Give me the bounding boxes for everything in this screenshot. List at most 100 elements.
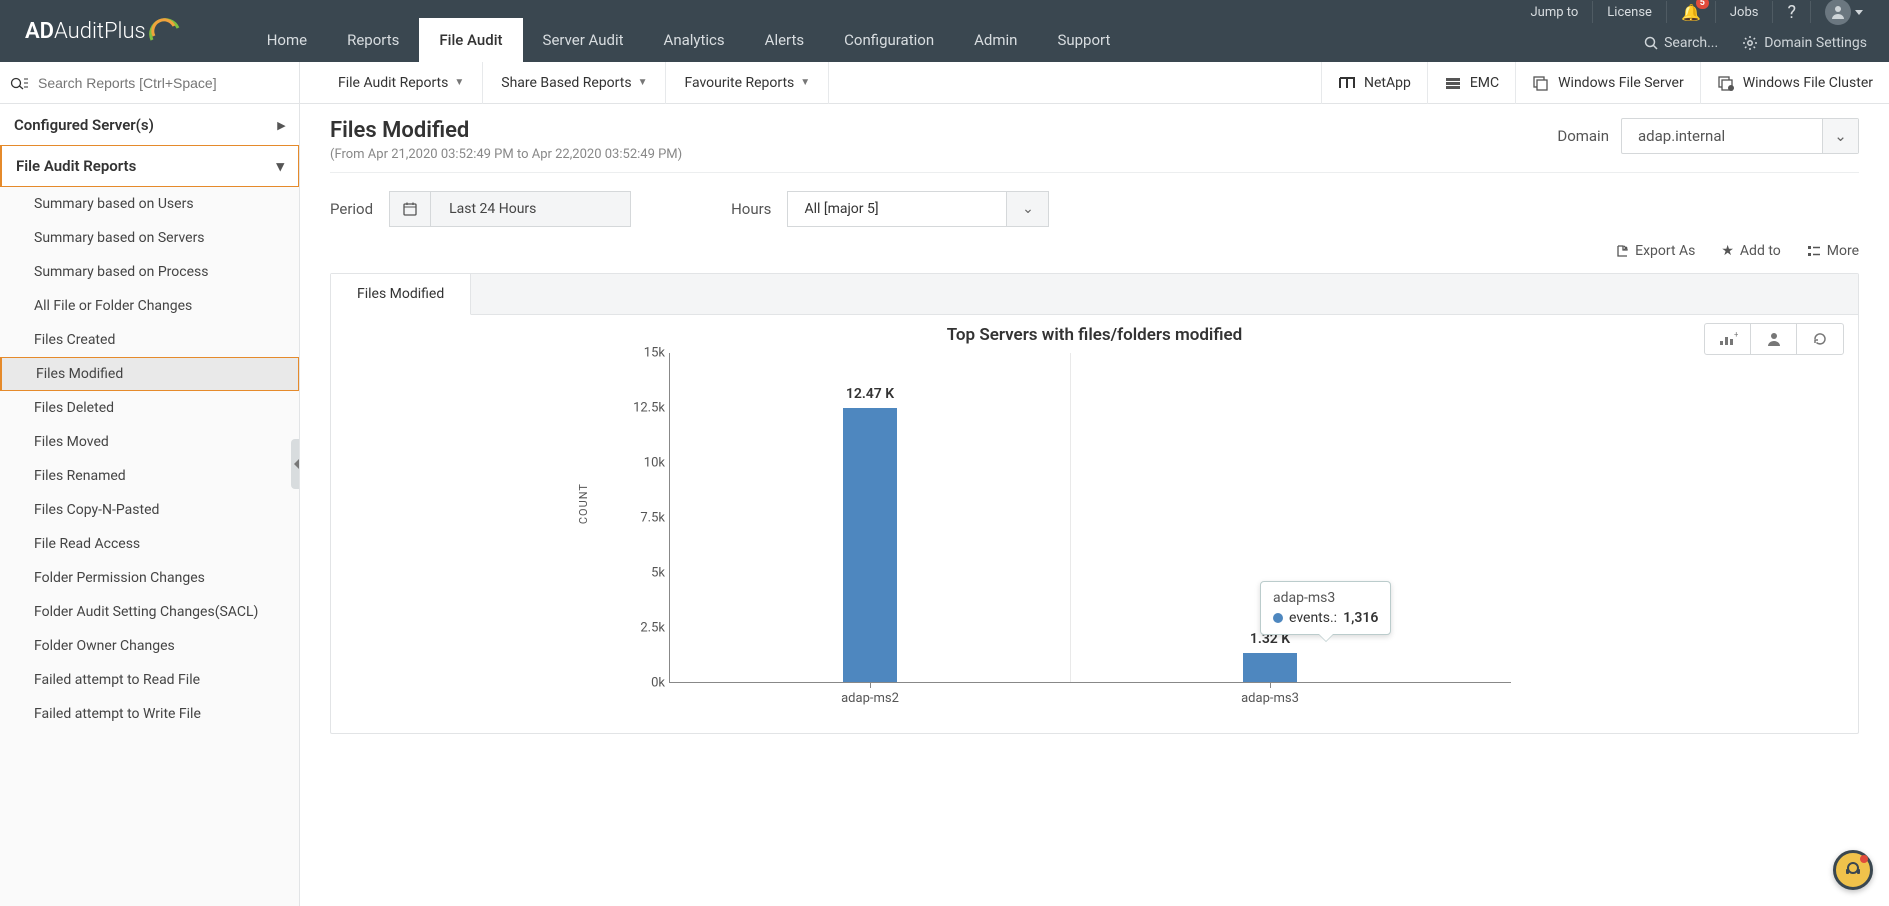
chart-plot[interactable]: adap-ms212.47 Kadap-ms31.32 Kadap-ms3eve… [669,353,1511,683]
sidebar-item-files-copy-n-pasted[interactable]: Files Copy-N-Pasted [0,493,299,527]
sidebar-item-files-deleted[interactable]: Files Deleted [0,391,299,425]
sidebar-collapse-handle[interactable] [291,439,300,489]
sec-tab-label: Favourite Reports [684,75,794,91]
global-search-button[interactable]: Search... [1636,31,1726,55]
add-to-button[interactable]: ★ Add to [1721,243,1780,259]
sec-tab-file-audit-reports[interactable]: File Audit Reports▼ [320,62,483,104]
help-link[interactable]: ? [1773,1,1811,23]
sidebar-item-failed-attempt-to-read-file[interactable]: Failed attempt to Read File [0,663,299,697]
ytick: 15k [644,346,665,361]
top-links: Jump to License 🔔5 Jobs ? [1516,0,1889,24]
sec-tab-share-based-reports[interactable]: Share Based Reports▼ [483,62,666,104]
sidebar-item-files-renamed[interactable]: Files Renamed [0,459,299,493]
sidebar-item-all-file-or-folder-changes[interactable]: All File or Folder Changes [0,289,299,323]
chart-area: COUNT 0k2.5k5k7.5k10k12.5k15k adap-ms212… [611,353,1511,713]
title-row: Files Modified (From Apr 21,2020 03:52:4… [330,118,1859,173]
sidebar-item-summary-based-on-process[interactable]: Summary based on Process [0,255,299,289]
export-as-label: Export As [1635,243,1695,259]
report-search-input[interactable] [38,75,289,91]
chart-add-view-button[interactable]: + [1705,324,1751,354]
domain-select-toggle[interactable]: ⌄ [1822,119,1858,153]
sidebar-item-failed-attempt-to-write-file[interactable]: Failed attempt to Write File [0,697,299,731]
main-tab-home[interactable]: Home [247,18,327,62]
headset-icon [1843,860,1863,880]
sidebar-item-files-created[interactable]: Files Created [0,323,299,357]
sidebar-item-summary-based-on-users[interactable]: Summary based on Users [0,187,299,221]
more-button[interactable]: More [1807,243,1859,259]
main-tab-file-audit[interactable]: File Audit [419,18,522,62]
sidebar-item-folder-owner-changes[interactable]: Folder Owner Changes [0,629,299,663]
sidebar-item-folder-permission-changes[interactable]: Folder Permission Changes [0,561,299,595]
ytick: 7.5k [640,511,665,526]
sec-link-windows-file-server[interactable]: Windows File Server [1515,62,1700,104]
main-tab-configuration[interactable]: Configuration [824,18,954,62]
sidebar-item-files-moved[interactable]: Files Moved [0,425,299,459]
sidebar-report-list: Summary based on UsersSummary based on S… [0,187,299,731]
chart-bar[interactable]: 1.32 K [1243,653,1297,682]
chevron-right-icon: ▸ [277,116,285,134]
main-tab-admin[interactable]: Admin [954,18,1037,62]
chart-bar[interactable]: 12.47 K [843,408,897,682]
xcat-label: adap-ms3 [1241,691,1299,706]
chevron-down-icon [1855,10,1863,15]
sec-link-label: EMC [1470,75,1499,91]
main-tab-server-audit[interactable]: Server Audit [523,18,644,62]
more-icon [1807,244,1821,258]
period-value[interactable]: Last 24 Hours [431,191,631,227]
ytick: 10k [644,456,665,471]
period-calendar-button[interactable] [389,191,431,227]
main-tab-support[interactable]: Support [1037,18,1130,62]
chart-tab-files-modified[interactable]: Files Modified [331,274,471,315]
notifications-button[interactable]: 🔔5 [1667,1,1716,23]
chevron-down-icon: ▼ [638,77,648,88]
chart-user-button[interactable] [1751,324,1797,354]
chart-tabs: Files Modified [331,274,1858,315]
jump-to-link[interactable]: Jump to [1516,1,1593,23]
hours-select-toggle[interactable]: ⌄ [1007,191,1049,227]
chart-actions: + [1704,323,1844,355]
add-to-label: Add to [1740,243,1781,259]
domain-label: Domain [1557,127,1609,145]
sec-link-label: Windows File Server [1558,75,1684,91]
main-content: Files Modified (From Apr 21,2020 03:52:4… [300,104,1889,906]
sidebar-item-folder-audit-setting-changes-sacl-[interactable]: Folder Audit Setting Changes(SACL) [0,595,299,629]
license-link[interactable]: License [1593,1,1667,23]
netapp-icon [1338,76,1356,90]
period-label: Period [330,200,373,218]
chart-tooltip: adap-ms3events.: 1,316 [1260,581,1391,635]
sidebar-item-summary-based-on-servers[interactable]: Summary based on Servers [0,221,299,255]
secondary-bar: File Audit Reports▼Share Based Reports▼F… [0,62,1889,104]
emc-icon [1444,76,1462,90]
secondary-tabs: File Audit Reports▼Share Based Reports▼F… [300,62,1321,103]
sidebar-section-file-audit-reports[interactable]: File Audit Reports ▾ [0,145,299,187]
jobs-link[interactable]: Jobs [1716,1,1774,23]
user-menu-button[interactable] [1811,1,1877,23]
domain-select[interactable]: adap.internal ⌄ [1621,118,1859,154]
sidebar-item-file-read-access[interactable]: File Read Access [0,527,299,561]
main-tab-alerts[interactable]: Alerts [745,18,825,62]
sidebar-configured-servers[interactable]: Configured Server(s) ▸ [0,104,299,146]
export-icon [1615,244,1629,258]
main-tab-reports[interactable]: Reports [327,18,419,62]
main-tab-analytics[interactable]: Analytics [644,18,745,62]
sec-link-label: Windows File Cluster [1743,75,1873,91]
tooltip-value: 1,316 [1343,610,1378,626]
sec-link-windows-file-cluster[interactable]: Windows File Cluster [1700,62,1889,104]
hours-select-value: All [major 5] [787,191,1007,227]
sec-link-emc[interactable]: EMC [1427,62,1515,104]
main-nav: HomeReportsFile AuditServer AuditAnalyti… [247,0,1131,62]
chevron-down-icon: ▼ [454,77,464,88]
export-as-button[interactable]: Export As [1615,243,1695,259]
bell-icon: 🔔5 [1681,3,1701,22]
hours-select[interactable]: All [major 5] ⌄ [787,191,1049,227]
domain-settings-button[interactable]: Domain Settings [1734,31,1875,55]
chart-refresh-button[interactable] [1797,324,1843,354]
sec-link-netapp[interactable]: NetApp [1321,62,1427,104]
sidebar: Configured Server(s) ▸ File Audit Report… [0,104,300,906]
help-floating-button[interactable] [1833,850,1873,890]
ytick: 2.5k [640,621,665,636]
ytick: 0k [651,676,665,691]
sec-tab-favourite-reports[interactable]: Favourite Reports▼ [666,62,829,104]
sidebar-item-files-modified[interactable]: Files Modified [0,357,299,391]
brand-prefix: AD [25,19,54,44]
